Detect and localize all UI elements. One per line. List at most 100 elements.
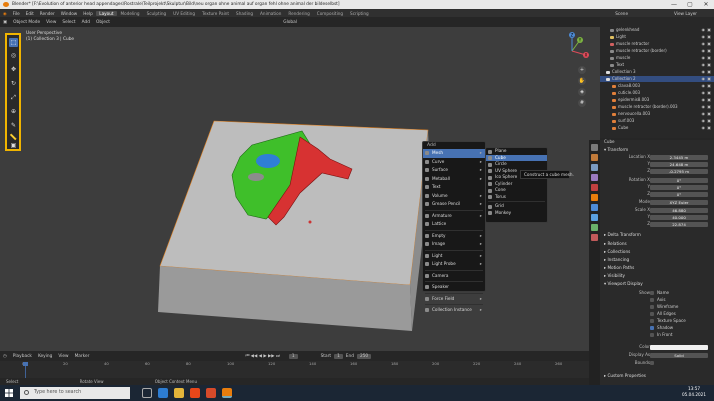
navigation-gizmo[interactable]: X Y Z (552, 31, 592, 71)
menu-file[interactable]: File (10, 11, 23, 16)
tool-tab-icon[interactable] (591, 144, 598, 151)
output-tab-icon[interactable] (591, 164, 598, 171)
particles-tab-icon[interactable] (591, 214, 598, 221)
render-camera-icon[interactable]: ▣ (707, 118, 711, 124)
file-explorer-icon[interactable] (174, 388, 184, 398)
add-menu-item-light[interactable]: Light ▸ (423, 252, 485, 261)
edge-browser-icon[interactable] (158, 388, 168, 398)
render-camera-icon[interactable]: ▣ (707, 111, 711, 117)
add-menu-item-speaker[interactable]: Speaker (423, 283, 485, 292)
add-menu-item-text[interactable]: Text (423, 183, 485, 192)
render-camera-icon[interactable]: ▣ (707, 27, 711, 33)
add-menu-item-empty[interactable]: Empty ▸ (423, 232, 485, 241)
camera-icon[interactable]: ◈ (578, 88, 586, 96)
section-visibility[interactable]: ▸ Visibility (601, 272, 713, 279)
blender-menu-icon[interactable]: ◉ (0, 11, 10, 16)
visibility-eye-icon[interactable]: ◉ (702, 118, 706, 124)
display-checkbox[interactable] (650, 319, 654, 323)
outliner-item[interactable]: epidermis8.003 ◉ ▣ (600, 97, 714, 103)
visibility-eye-icon[interactable]: ◉ (702, 62, 706, 68)
outliner-item[interactable]: muscle retractor (border) ◉ ▣ (600, 48, 714, 54)
viewport-menu-object[interactable]: Object (93, 20, 113, 25)
render-camera-icon[interactable]: ▣ (707, 104, 711, 110)
object-tab-icon[interactable] (591, 194, 598, 201)
mesh-menu-item-monkey[interactable]: Monkey (486, 210, 547, 217)
viewport-menu-view[interactable]: View (43, 20, 59, 25)
location-y-field[interactable]: 24.648 m (650, 161, 708, 167)
add-menu-item-image[interactable]: Image ▸ (423, 240, 485, 249)
measure-tool-icon[interactable]: 📏 (9, 133, 18, 142)
rotation-z-field[interactable]: 0° (650, 191, 708, 197)
rotation-x-field[interactable]: 0° (650, 177, 708, 183)
visibility-eye-icon[interactable]: ◉ (702, 76, 706, 82)
outliner-item[interactable]: Text ◉ ▣ (600, 62, 714, 68)
mesh-menu-item-torus[interactable]: Torus (486, 194, 547, 201)
tab-shading[interactable]: Shading (233, 11, 257, 16)
section-motion-paths[interactable]: ▸ Motion Paths (601, 264, 713, 271)
tab-rendering[interactable]: Rendering (285, 11, 313, 16)
transform-tool-icon[interactable]: ⊕ (9, 107, 18, 116)
outliner-item[interactable]: surf.003 ◉ ▣ (600, 118, 714, 124)
material-tab-icon[interactable] (591, 234, 598, 241)
add-menu-item-metaball[interactable]: Metaball ▸ (423, 175, 485, 184)
add-menu-item-mesh[interactable]: Mesh ▸ (423, 149, 485, 158)
tab-animation[interactable]: Animation (257, 11, 285, 16)
add-menu-item-camera[interactable]: Camera (423, 272, 485, 281)
outliner-item[interactable]: Cube ◉ ▣ (600, 125, 714, 131)
render-camera-icon[interactable]: ▣ (707, 125, 711, 131)
outliner-item[interactable]: Light ◉ ▣ (600, 34, 714, 40)
render-tab-icon[interactable] (591, 154, 598, 161)
add-menu-item-curve[interactable]: Curve ▸ (423, 158, 485, 167)
render-camera-icon[interactable]: ▣ (707, 34, 711, 40)
menu-render[interactable]: Render (37, 11, 58, 16)
outliner-item[interactable]: nervoucella.003 ◉ ▣ (600, 111, 714, 117)
visibility-eye-icon[interactable]: ◉ (702, 69, 706, 75)
location-z-field[interactable]: -0.2795 m (650, 168, 708, 174)
display-checkbox[interactable] (650, 326, 654, 330)
firefox-icon[interactable] (206, 388, 216, 398)
display-checkbox[interactable] (650, 291, 654, 295)
system-clock[interactable]: 13:57 05.04.2021 (682, 386, 706, 398)
scale-z-field[interactable]: 22.874 (650, 221, 708, 227)
render-camera-icon[interactable]: ▣ (707, 55, 711, 61)
transform-orientation-dropdown[interactable]: Global (280, 20, 300, 25)
tab-scripting[interactable]: Scripting (347, 11, 373, 16)
tab-layout[interactable]: Layout (95, 10, 118, 16)
visibility-eye-icon[interactable]: ◉ (702, 90, 706, 96)
visibility-eye-icon[interactable]: ◉ (702, 125, 706, 131)
add-menu-item-armature[interactable]: Armature ▸ (423, 212, 485, 221)
visibility-eye-icon[interactable]: ◉ (702, 55, 706, 61)
outliner-item[interactable]: cuticle.003 ◉ ▣ (600, 90, 714, 96)
render-camera-icon[interactable]: ▣ (707, 83, 711, 89)
office-icon[interactable] (190, 388, 200, 398)
render-camera-icon[interactable]: ▣ (707, 69, 711, 75)
section-relations[interactable]: ▸ Relations (601, 240, 713, 247)
display-checkbox[interactable] (650, 305, 654, 309)
add-menu-item-light-probe[interactable]: Light Probe ▸ (423, 260, 485, 269)
cursor-tool-icon[interactable]: ◎ (9, 51, 18, 60)
add-menu-item-volume[interactable]: Volume ▸ (423, 192, 485, 201)
section-delta-transform[interactable]: ▸ Delta Transform (601, 231, 713, 238)
visibility-eye-icon[interactable]: ◉ (702, 41, 706, 47)
visibility-eye-icon[interactable]: ◉ (702, 104, 706, 110)
scale-tool-icon[interactable]: ⤢ (9, 93, 18, 102)
timeline-menu-playback[interactable]: Playback (10, 354, 35, 359)
add-menu-item-lattice[interactable]: Lattice (423, 220, 485, 229)
playhead[interactable] (23, 362, 28, 378)
viewport-menu-add[interactable]: Add (79, 20, 93, 25)
visibility-eye-icon[interactable]: ◉ (702, 111, 706, 117)
add-menu-item-grease-pencil[interactable]: Grease Pencil ▸ (423, 200, 485, 209)
world-tab-icon[interactable] (591, 184, 598, 191)
pan-hand-icon[interactable]: ✋ (578, 77, 586, 85)
visibility-eye-icon[interactable]: ◉ (702, 83, 706, 89)
render-camera-icon[interactable]: ▣ (707, 97, 711, 103)
display-checkbox[interactable] (650, 312, 654, 316)
taskbar-search-box[interactable]: Type here to search (20, 387, 130, 399)
section-instancing[interactable]: ▸ Instancing (601, 256, 713, 263)
current-frame-field[interactable]: 1 (288, 353, 298, 359)
play-controls[interactable]: ⏮ ◀◀ ◀ ▶ ▶▶ ⏭ (242, 354, 282, 359)
close-button[interactable]: ✕ (698, 0, 714, 9)
outliner-item[interactable]: Collection 3 ◉ ▣ (600, 69, 714, 75)
add-menu-item-force-field[interactable]: Force Field ▸ (423, 295, 485, 304)
section-custom-properties[interactable]: ▸ Custom Properties (601, 372, 713, 379)
